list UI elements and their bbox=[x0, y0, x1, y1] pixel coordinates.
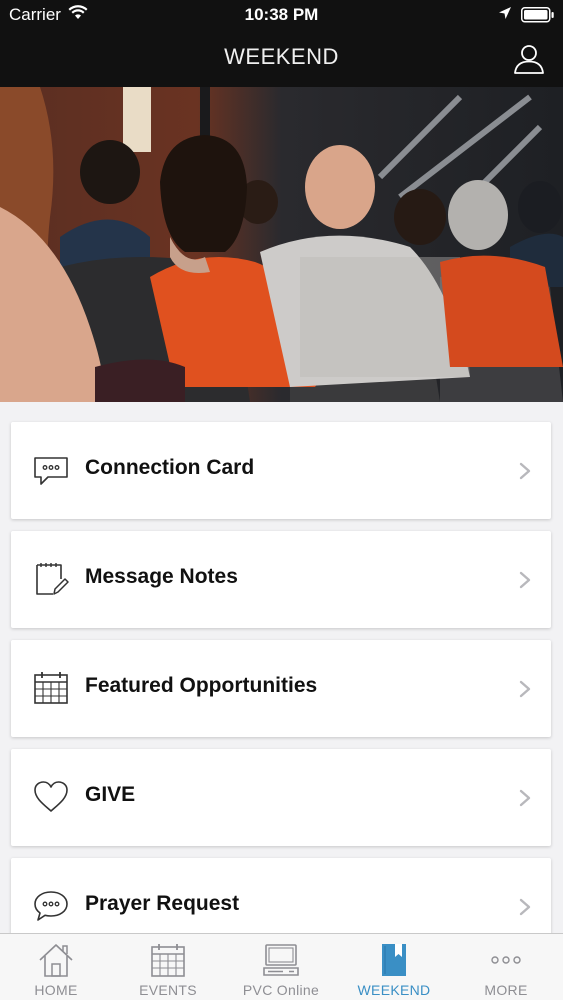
calendar-icon bbox=[34, 672, 68, 704]
menu-item-give[interactable]: GIVE bbox=[11, 749, 551, 846]
tab-label: HOME bbox=[34, 982, 78, 998]
chevron-right-icon bbox=[519, 462, 531, 480]
app-screen: Carrier 10:38 PM WEEKEND Connection Card… bbox=[0, 0, 563, 1000]
speech-bubble-dots-icon bbox=[34, 891, 68, 921]
house-icon bbox=[39, 944, 73, 977]
menu-item-connection-card[interactable]: Connection Card bbox=[11, 422, 551, 519]
chevron-right-icon bbox=[519, 789, 531, 807]
menu-item-label: Featured Opportunities bbox=[85, 674, 318, 697]
status-time: 10:38 PM bbox=[244, 5, 319, 24]
audience-photo bbox=[0, 87, 563, 402]
chevron-right-icon bbox=[519, 571, 531, 589]
chevron-right-icon bbox=[519, 898, 531, 916]
page-title: WEEKEND bbox=[224, 44, 339, 69]
computer-icon bbox=[263, 944, 299, 976]
menu-item-label: Message Notes bbox=[85, 565, 238, 588]
status-bar: Carrier 10:38 PM bbox=[0, 0, 563, 30]
hero-image bbox=[0, 87, 563, 402]
bookmark-book-icon bbox=[382, 944, 406, 976]
chat-bubble-dots-icon bbox=[34, 457, 68, 485]
ellipsis-icon bbox=[491, 956, 521, 964]
menu-item-label: Prayer Request bbox=[85, 892, 240, 915]
battery-icon bbox=[521, 7, 554, 23]
tab-pvc-online[interactable]: PVC Online bbox=[225, 934, 337, 1000]
tab-label: MORE bbox=[484, 982, 528, 998]
tab-home[interactable]: HOME bbox=[0, 934, 112, 1000]
tab-label: EVENTS bbox=[139, 982, 197, 998]
tab-weekend[interactable]: WEEKEND bbox=[338, 934, 450, 1000]
heart-icon bbox=[34, 781, 68, 812]
navigation-bar: WEEKEND bbox=[0, 30, 563, 87]
tab-label: WEEKEND bbox=[357, 982, 431, 998]
location-arrow-icon bbox=[499, 7, 511, 19]
notepad-pencil-icon bbox=[36, 563, 69, 595]
menu-item-message-notes[interactable]: Message Notes bbox=[11, 531, 551, 628]
tab-more[interactable]: MORE bbox=[450, 934, 562, 1000]
tab-bar: HOME EVENTS PVC Online WEEKEND MORE bbox=[0, 933, 563, 1000]
calendar-icon bbox=[151, 944, 185, 977]
menu-item-featured-opportunities[interactable]: Featured Opportunities bbox=[11, 640, 551, 737]
menu-item-label: GIVE bbox=[85, 783, 136, 806]
tab-label: PVC Online bbox=[242, 982, 320, 998]
profile-icon[interactable] bbox=[513, 43, 545, 75]
tab-events[interactable]: EVENTS bbox=[112, 934, 224, 1000]
chevron-right-icon bbox=[519, 680, 531, 698]
menu-item-label: Connection Card bbox=[85, 456, 255, 479]
